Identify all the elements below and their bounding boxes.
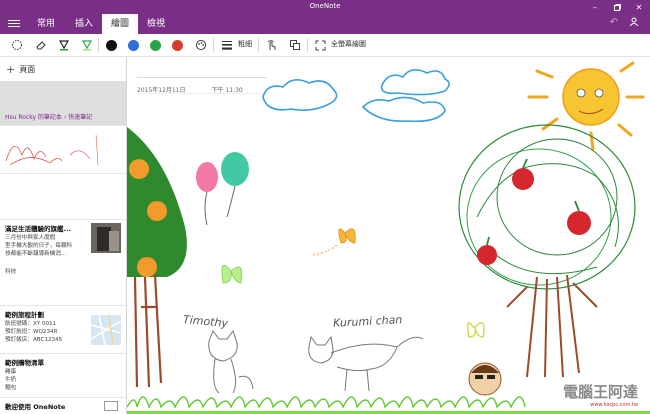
page-snippet-line: 牛奶: [5, 377, 17, 383]
plus-icon: +: [6, 63, 16, 76]
hamburger-menu-icon[interactable]: [8, 18, 20, 30]
page-snippet-line: 航班號碼：XY 0011: [5, 321, 57, 327]
page-snippet-line: 麵包: [5, 385, 17, 391]
page-title: 範例購物清單: [5, 359, 44, 367]
page-title: 範例旅程計劃: [5, 311, 44, 319]
close-button[interactable]: ✕: [628, 0, 650, 14]
map-thumbnail: [91, 315, 121, 345]
line-thickness-icon[interactable]: [220, 38, 234, 52]
minimize-button[interactable]: –: [584, 0, 606, 14]
tab-view[interactable]: 檢視: [138, 14, 174, 34]
page-title: 歡迎使用 OneNote: [5, 403, 66, 411]
tab-insert[interactable]: 插入: [66, 14, 102, 34]
toolbar-divider: [307, 38, 308, 52]
tab-home[interactable]: 常用: [28, 14, 64, 34]
eraser-icon[interactable]: [34, 38, 48, 52]
page-snippet-line: 預訂飯店：ABC12345: [5, 337, 63, 343]
fullscreen-icon[interactable]: [313, 38, 327, 52]
page-list-sidebar: + 頁面 Hsu Rocky 的筆記本 › 快速筆記 滿足生活體驗的旗艦... …: [0, 57, 127, 414]
page-item-blank[interactable]: [0, 173, 126, 220]
sketch-thumbnail: [5, 134, 99, 166]
toolbar-divider: [98, 38, 99, 52]
left-tree-drawing: [127, 127, 187, 388]
draw-toolbar: 粗細 全螢幕繪圖: [0, 34, 650, 57]
title-bar: OneNote – ✕: [0, 0, 650, 14]
pen-color-green[interactable]: [148, 38, 162, 52]
ribbon-tabs: 常用 插入 繪圖 檢視 ↶: [0, 14, 650, 34]
undo-icon[interactable]: ↶: [606, 17, 622, 31]
ink-to-shape-icon[interactable]: [288, 38, 302, 52]
page-snippet-line: 預訂航班：WQ234R: [5, 329, 58, 335]
note-canvas[interactable]: 2015年12月11日 下午 11:30 Timothy Kurumi chan…: [127, 57, 650, 414]
page-tag: 科技: [5, 269, 17, 275]
page-item-shopping-list[interactable]: 範例購物清單 雞蛋 牛奶 麵包: [0, 353, 126, 398]
touch-draw-icon[interactable]: [264, 38, 278, 52]
cloud-drawing: [262, 69, 450, 123]
page-snippet-line: 雞蛋: [5, 369, 17, 375]
add-page-button[interactable]: + 頁面: [6, 63, 35, 76]
cats-drawing: [208, 329, 424, 394]
pen-icon[interactable]: [57, 38, 71, 52]
page-item-trip-plan[interactable]: 範例旅程計劃 航班號碼：XY 0011 預訂航班：WQ234R 預訂飯店：ABC…: [0, 305, 126, 354]
page-thumbnail-icon: [104, 401, 118, 411]
page-snippet-line: 技都能不斷報導新機消...: [5, 251, 67, 257]
pen-color-black[interactable]: [104, 38, 118, 52]
share-icon[interactable]: [626, 17, 642, 31]
restore-button[interactable]: [606, 0, 628, 14]
sun-drawing: [527, 61, 645, 151]
restore-icon: [613, 3, 621, 11]
toolbar-divider: [258, 38, 259, 52]
watermark-text: 電腦王阿達: [562, 383, 638, 401]
page-snippet-line: 三月份中與家人度假: [5, 235, 56, 241]
page-item-welcome[interactable]: 歡迎使用 OneNote: [0, 397, 126, 414]
line-thickness-label[interactable]: 粗細: [238, 39, 252, 49]
window-title: OneNote: [309, 2, 341, 10]
page-item-selected[interactable]: Hsu Rocky 的筆記本 › 快速筆記: [0, 81, 126, 126]
lasso-select-icon[interactable]: [10, 38, 24, 52]
ink-drawing: [127, 61, 650, 414]
tab-draw[interactable]: 繪圖: [102, 14, 138, 34]
balloons-drawing: [196, 152, 249, 226]
page-snippet-line: 型手機大觀的日子，每顆科: [5, 243, 73, 249]
right-tree-drawing: [458, 124, 636, 378]
notebook-breadcrumb: Hsu Rocky 的筆記本 › 快速筆記: [5, 114, 93, 121]
add-page-label: 頁面: [19, 65, 36, 74]
phone-thumbnail: [91, 223, 121, 253]
highlighter-icon[interactable]: [80, 38, 94, 52]
page-title: 滿足生活體驗的旗艦...: [5, 225, 71, 233]
fullscreen-label[interactable]: 全螢幕繪圖: [331, 39, 366, 49]
toolbar-divider: [213, 38, 214, 52]
pen-color-red[interactable]: [170, 38, 184, 52]
page-item-sketch[interactable]: [0, 125, 126, 174]
watermark: 電腦王阿達 www.kocpc.com.tw: [563, 381, 638, 408]
page-item-flagship[interactable]: 滿足生活體驗的旗艦... 三月份中與家人度假 型手機大觀的日子，每顆科 技都能不…: [0, 219, 126, 306]
color-palette-icon[interactable]: [194, 38, 208, 52]
mascot-drawing: [468, 362, 502, 396]
pen-color-blue[interactable]: [126, 38, 140, 52]
watermark-url: www.kocpc.com.tw: [590, 402, 638, 408]
